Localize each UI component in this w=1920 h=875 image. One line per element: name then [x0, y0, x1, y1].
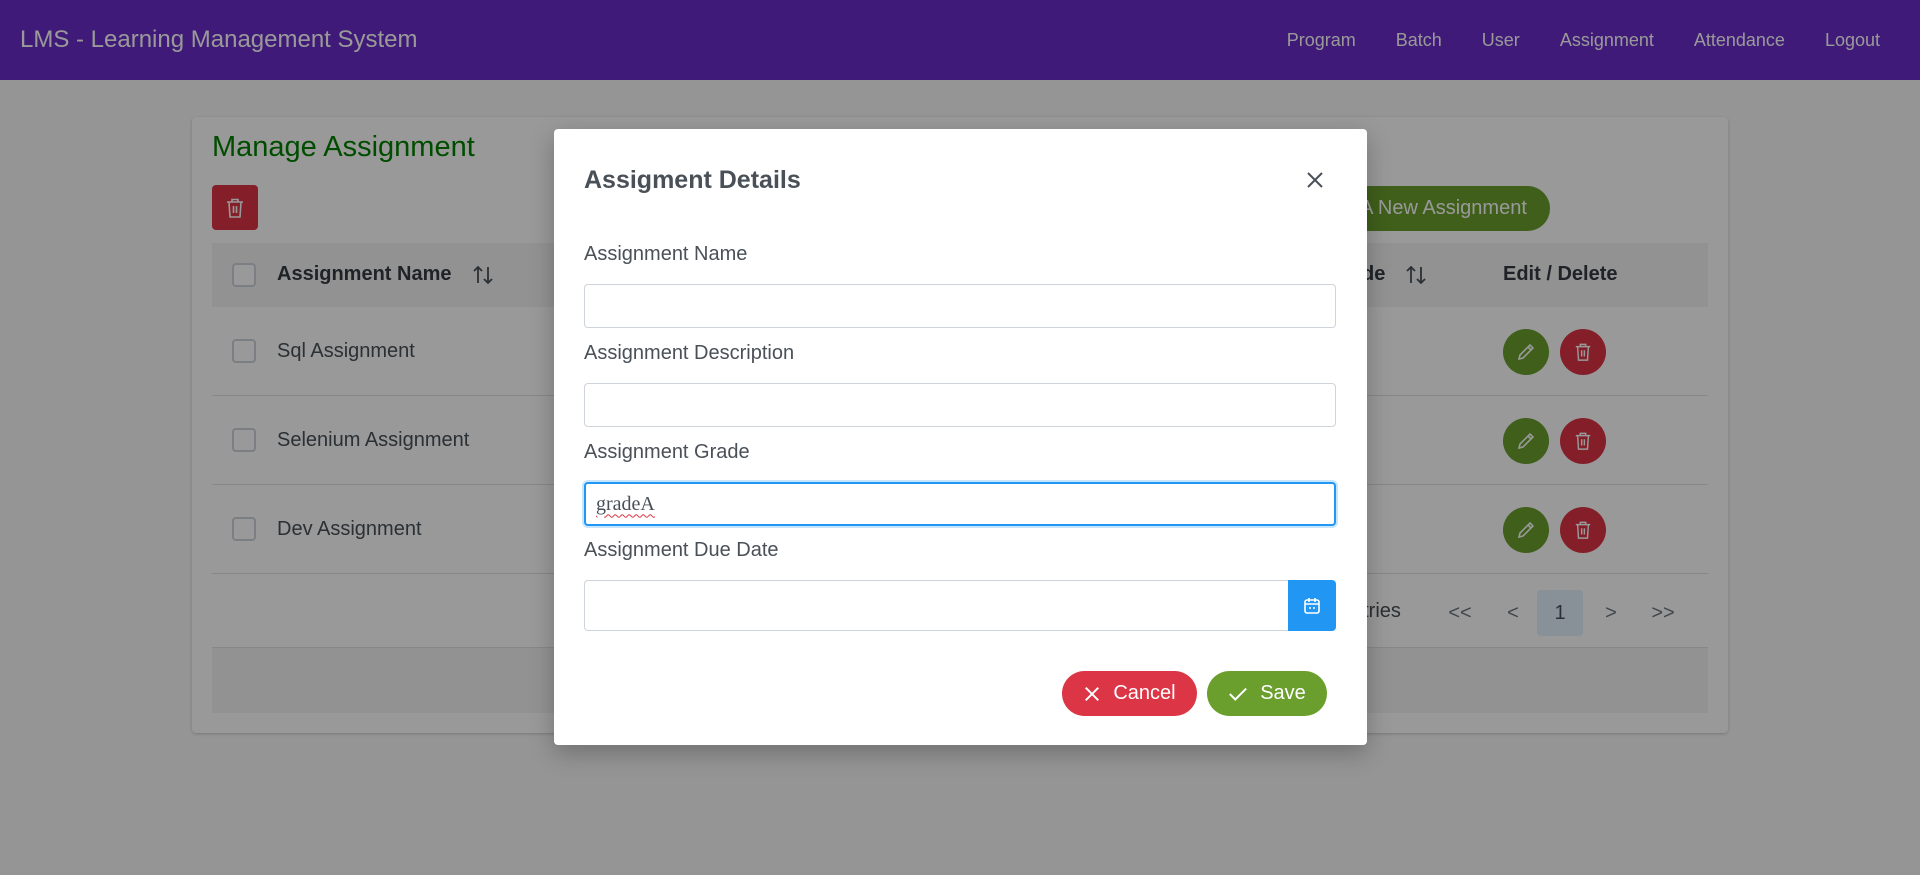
assignment-grade-label: Assignment Grade: [584, 441, 750, 463]
assignment-description-label: Assignment Description: [584, 342, 795, 364]
assignment-name-input[interactable]: [584, 284, 1336, 328]
check-icon: [1229, 687, 1248, 701]
dialog-title: Assigment Details: [584, 166, 801, 194]
due-date-input[interactable]: [584, 580, 1288, 631]
assignment-description-input[interactable]: [584, 383, 1336, 427]
due-date-picker: [584, 580, 1336, 631]
assignment-details-dialog: Assigment Details Assignment Name Assign…: [554, 129, 1367, 745]
calendar-icon: [1304, 597, 1320, 614]
assignment-grade-value: gradeA: [596, 492, 655, 515]
close-button[interactable]: [1300, 165, 1330, 195]
cancel-label: Cancel: [1113, 682, 1176, 704]
assignment-due-date-label: Assignment Due Date: [584, 539, 779, 561]
assignment-grade-input[interactable]: gradeA: [584, 482, 1336, 526]
cancel-button[interactable]: Cancel: [1062, 671, 1197, 716]
save-button[interactable]: Save: [1207, 671, 1327, 716]
assignment-name-label: Assignment Name: [584, 243, 748, 265]
close-icon: [1307, 172, 1323, 188]
save-label: Save: [1260, 682, 1306, 704]
calendar-button[interactable]: [1288, 580, 1336, 631]
close-icon: [1085, 686, 1100, 701]
